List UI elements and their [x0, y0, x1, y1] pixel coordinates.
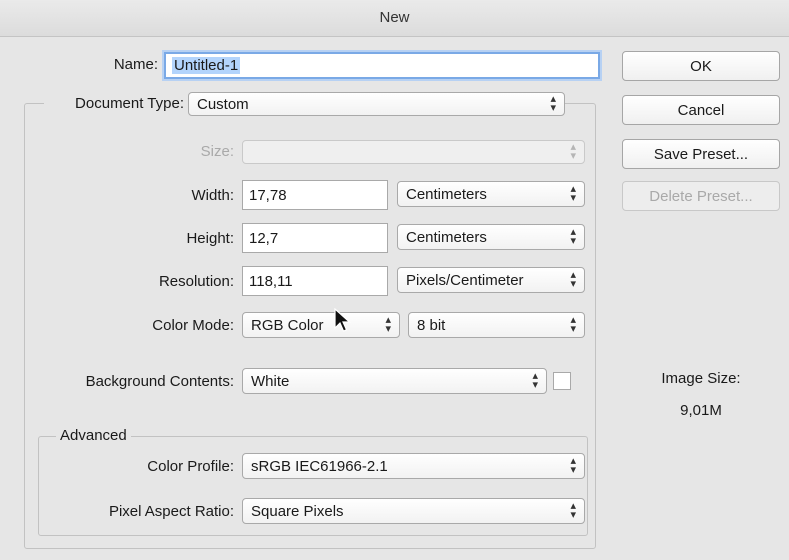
- image-size-label: Image Size:: [661, 370, 741, 387]
- size-select[interactable]: ▴ ▾: [242, 140, 585, 164]
- updown-chevron-icon: ▴ ▾: [570, 183, 576, 204]
- updown-chevron-icon: ▴ ▾: [570, 455, 576, 476]
- updown-chevron-icon: ▴ ▾: [570, 141, 576, 162]
- height-unit-value: Centimeters: [406, 228, 487, 246]
- color-mode-select[interactable]: RGB Color ▴ ▾: [242, 312, 400, 338]
- window-title: New: [0, 0, 789, 37]
- image-size-value: 9,01M: [680, 402, 722, 419]
- pixel-aspect-ratio-value: Square Pixels: [251, 502, 344, 520]
- updown-chevron-icon: ▴ ▾: [570, 226, 576, 247]
- width-label: Width:: [191, 187, 234, 204]
- resolution-unit-select[interactable]: Pixels/Centimeter ▴ ▾: [397, 267, 585, 293]
- background-color-swatch[interactable]: [553, 372, 571, 390]
- background-contents-select[interactable]: White ▴ ▾: [242, 368, 547, 394]
- save-preset-button[interactable]: Save Preset...: [622, 139, 780, 169]
- height-unit-select[interactable]: Centimeters ▴ ▾: [397, 224, 585, 250]
- delete-preset-button[interactable]: Delete Preset...: [622, 181, 780, 211]
- width-unit-value: Centimeters: [406, 185, 487, 203]
- bit-depth-value: 8 bit: [417, 316, 446, 334]
- updown-chevron-icon: ▴ ▾: [532, 370, 538, 391]
- color-mode-label: Color Mode:: [152, 317, 234, 334]
- ok-button[interactable]: OK: [622, 51, 780, 81]
- color-profile-label: Color Profile:: [147, 458, 234, 475]
- advanced-legend: Advanced: [56, 425, 131, 447]
- document-type-select[interactable]: Custom ▴ ▾: [188, 92, 565, 116]
- width-unit-select[interactable]: Centimeters ▴ ▾: [397, 181, 585, 207]
- updown-chevron-icon: ▴ ▾: [550, 93, 556, 114]
- updown-chevron-icon: ▴ ▾: [570, 269, 576, 290]
- name-label: Name:: [113, 56, 158, 73]
- name-value: Untitled-1: [172, 57, 241, 74]
- document-type-value: Custom: [197, 95, 249, 113]
- color-mode-value: RGB Color: [251, 316, 324, 334]
- name-input[interactable]: Untitled-1: [164, 52, 600, 79]
- height-input[interactable]: 12,7: [242, 223, 388, 253]
- background-contents-value: White: [251, 372, 290, 390]
- pixel-aspect-ratio-select[interactable]: Square Pixels ▴ ▾: [242, 498, 585, 524]
- color-profile-select[interactable]: sRGB IEC61966-2.1 ▴ ▾: [242, 453, 585, 479]
- size-label: Size:: [200, 143, 234, 160]
- width-input[interactable]: 17,78: [242, 180, 388, 210]
- height-label: Height:: [186, 230, 234, 247]
- pixel-aspect-ratio-label: Pixel Aspect Ratio:: [108, 503, 234, 520]
- mouse-pointer-icon: [334, 308, 352, 332]
- document-type-label: Document Type:: [44, 93, 188, 115]
- color-profile-value: sRGB IEC61966-2.1: [251, 457, 388, 475]
- background-contents-label: Background Contents:: [85, 373, 234, 390]
- updown-chevron-icon: ▴ ▾: [570, 500, 576, 521]
- bit-depth-select[interactable]: 8 bit ▴ ▾: [408, 312, 585, 338]
- updown-chevron-icon: ▴ ▾: [570, 314, 576, 335]
- resolution-unit-value: Pixels/Centimeter: [406, 271, 524, 289]
- resolution-input[interactable]: 118,11: [242, 266, 388, 296]
- updown-chevron-icon: ▴ ▾: [385, 314, 391, 335]
- cancel-button[interactable]: Cancel: [622, 95, 780, 125]
- resolution-label: Resolution:: [158, 273, 234, 290]
